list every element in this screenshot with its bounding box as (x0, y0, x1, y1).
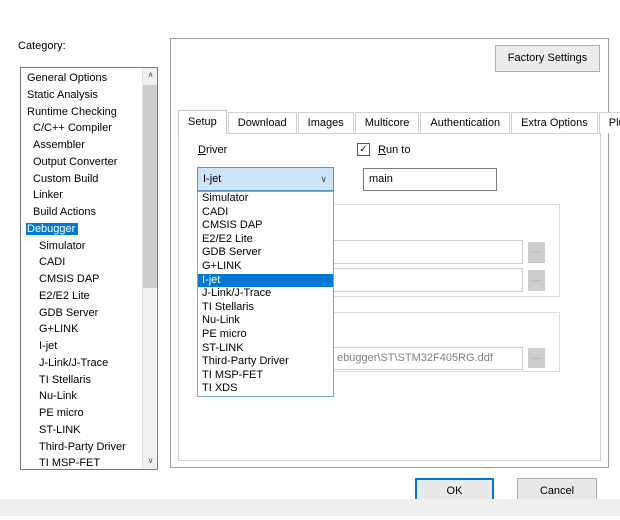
run-to-label: Run to (378, 144, 410, 156)
options-panel-frame: Factory Settings SetupDownloadImagesMult… (170, 38, 609, 468)
scroll-up-icon[interactable]: ∧ (143, 68, 158, 83)
category-item[interactable]: PE micro (22, 405, 141, 422)
run-to-input[interactable]: main (363, 168, 497, 191)
category-item[interactable]: E2/E2 Lite (22, 288, 141, 305)
category-item[interactable]: J-Link/J-Trace (22, 355, 141, 372)
driver-option[interactable]: TI XDS (198, 382, 333, 396)
driver-option[interactable]: PE micro (198, 328, 333, 342)
category-item[interactable]: Build Actions (22, 204, 141, 221)
browse-button-1[interactable]: ... (528, 242, 545, 263)
driver-option[interactable]: Simulator (198, 192, 333, 206)
category-item[interactable]: GDB Server (22, 305, 141, 322)
category-item[interactable]: G+LINK (22, 321, 141, 338)
driver-option[interactable]: ST-LINK (198, 342, 333, 356)
category-item[interactable]: ST-LINK (22, 422, 141, 439)
chevron-down-icon: ∨ (320, 168, 327, 190)
category-listbox[interactable]: General OptionsStatic AnalysisRuntime Ch… (20, 67, 158, 470)
options-dialog: Category: General OptionsStatic Analysis… (0, 0, 620, 520)
driver-option[interactable]: E2/E2 Lite (198, 233, 333, 247)
category-list-items: General OptionsStatic AnalysisRuntime Ch… (22, 70, 141, 470)
driver-option[interactable]: TI Stellaris (198, 301, 333, 315)
setup-tab-page: Driver ✓ Run to main ... ... ebugger\ST\… (178, 133, 601, 461)
device-description-file-path: ebugger\ST\STM32F405RG.ddf (337, 348, 493, 369)
tab-plugins[interactable]: Plugins (599, 112, 620, 133)
category-label: Category: (18, 40, 66, 52)
window-bottom-edge (0, 499, 620, 516)
driver-option[interactable]: GDB Server (198, 246, 333, 260)
category-item[interactable]: General Options (22, 70, 141, 87)
driver-option[interactable]: Third-Party Driver (198, 355, 333, 369)
category-item[interactable]: Third-Party Driver (22, 439, 141, 456)
driver-option[interactable]: G+LINK (198, 260, 333, 274)
driver-dropdown-list: SimulatorCADICMSIS DAPE2/E2 LiteGDB Serv… (197, 191, 334, 397)
driver-option[interactable]: J-Link/J-Trace (198, 287, 333, 301)
category-item[interactable]: Debugger (22, 221, 141, 238)
driver-option[interactable]: CADI (198, 206, 333, 220)
browse-button-3[interactable]: ... (528, 348, 545, 368)
category-item[interactable]: TI MSP-FET (22, 455, 141, 470)
factory-settings-button[interactable]: Factory Settings (495, 45, 600, 72)
category-item[interactable]: Assembler (22, 137, 141, 154)
category-item[interactable]: TI Stellaris (22, 372, 141, 389)
category-item[interactable]: Nu-Link (22, 388, 141, 405)
category-scrollbar[interactable]: ∧ ∨ (142, 68, 157, 469)
tab-download[interactable]: Download (228, 112, 297, 133)
category-item[interactable]: Simulator (22, 238, 141, 255)
driver-option[interactable]: I-jet (198, 274, 333, 288)
category-item[interactable]: I-jet (22, 338, 141, 355)
category-item[interactable]: CADI (22, 254, 141, 271)
category-item[interactable]: Runtime Checking (22, 104, 141, 121)
driver-option[interactable]: Nu-Link (198, 314, 333, 328)
driver-label: Driver (198, 144, 227, 156)
scrollbar-thumb[interactable] (143, 85, 158, 288)
tab-authentication[interactable]: Authentication (420, 112, 510, 133)
driver-combobox-value: I-jet (203, 173, 221, 185)
tab-images[interactable]: Images (298, 112, 354, 133)
tab-multicore[interactable]: Multicore (355, 112, 420, 133)
category-item[interactable]: Static Analysis (22, 87, 141, 104)
category-item[interactable]: CMSIS DAP (22, 271, 141, 288)
category-item[interactable]: Custom Build (22, 171, 141, 188)
scroll-down-icon[interactable]: ∨ (143, 454, 158, 469)
browse-button-2[interactable]: ... (528, 270, 545, 291)
category-item[interactable]: Output Converter (22, 154, 141, 171)
run-to-row: ✓ Run to (357, 143, 410, 157)
tab-setup[interactable]: Setup (178, 110, 227, 134)
category-item[interactable]: C/C++ Compiler (22, 120, 141, 137)
run-to-checkbox[interactable]: ✓ (357, 143, 370, 156)
tab-extra-options[interactable]: Extra Options (511, 112, 598, 133)
category-item[interactable]: Linker (22, 187, 141, 204)
tab-bar: SetupDownloadImagesMulticoreAuthenticati… (178, 109, 620, 133)
driver-option[interactable]: TI MSP-FET (198, 369, 333, 383)
driver-option[interactable]: CMSIS DAP (198, 219, 333, 233)
driver-combobox[interactable]: I-jet ∨ (197, 167, 334, 191)
